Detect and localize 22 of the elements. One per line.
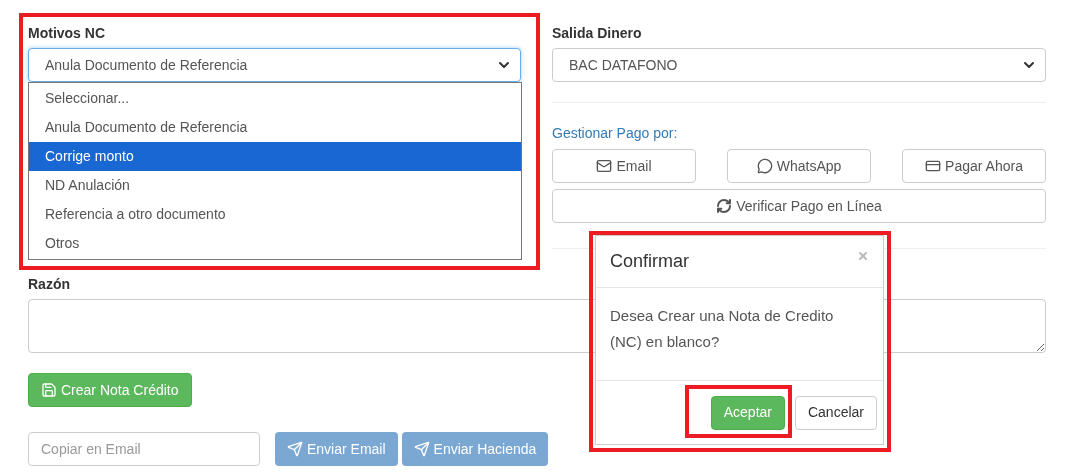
field-label: Salida Dinero (552, 24, 643, 43)
envelope-icon (596, 158, 613, 174)
field-label: Motivos NC (28, 24, 106, 43)
refresh-icon (716, 198, 733, 214)
credit-card-icon (925, 158, 942, 174)
dialog-title: Confirmar (610, 250, 689, 273)
section-label: Gestionar Pago por: (552, 124, 679, 143)
verify-button[interactable]: Verificar Pago en Línea (552, 189, 1046, 223)
dialog-message: Desea Crear una Nota de Credito (NC) en blanco? (596, 288, 883, 381)
payment-button[interactable]: Pagar Ahora (902, 149, 1046, 183)
field-label: Razón (28, 275, 71, 294)
reason-select[interactable]: Anula Documento de Referencia (28, 48, 521, 82)
paper-plane-icon (413, 441, 430, 457)
dropdown-option[interactable]: Corrige monto (29, 142, 521, 171)
email-field[interactable]: Copiar en Email (28, 432, 260, 466)
floppy-icon (41, 382, 57, 398)
paper-plane-icon (287, 441, 303, 457)
payment-select[interactable]: BAC DATAFONO (552, 48, 1046, 82)
chat-bubble-icon (756, 158, 773, 174)
dialog-button[interactable]: Cancelar (794, 395, 877, 430)
payment-button[interactable]: WhatsApp (727, 149, 871, 183)
payment-button[interactable]: Email (552, 149, 696, 183)
